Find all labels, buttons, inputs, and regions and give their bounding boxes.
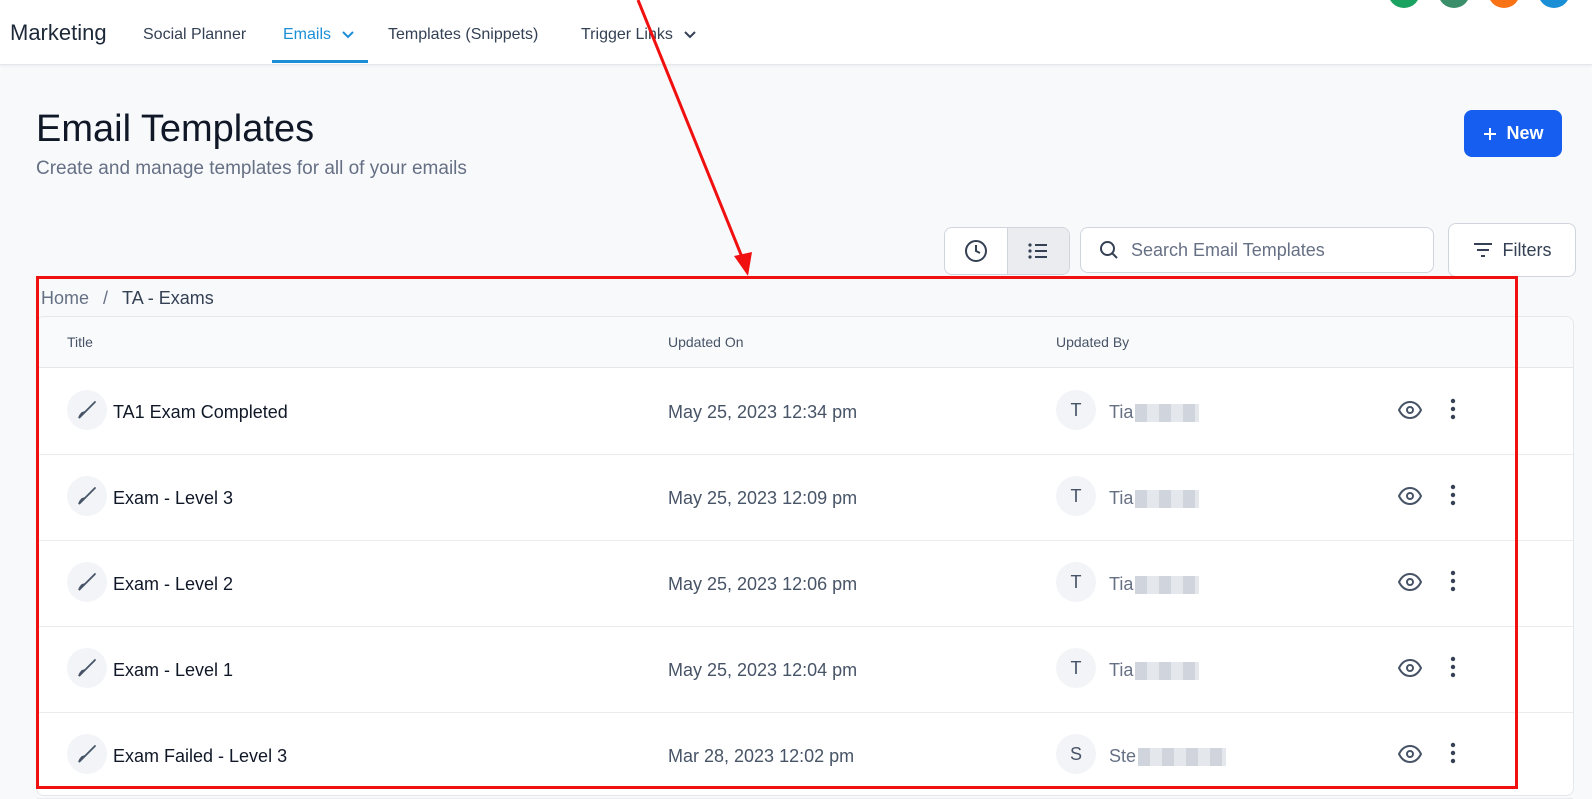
annotation-arrow — [636, 0, 752, 276]
